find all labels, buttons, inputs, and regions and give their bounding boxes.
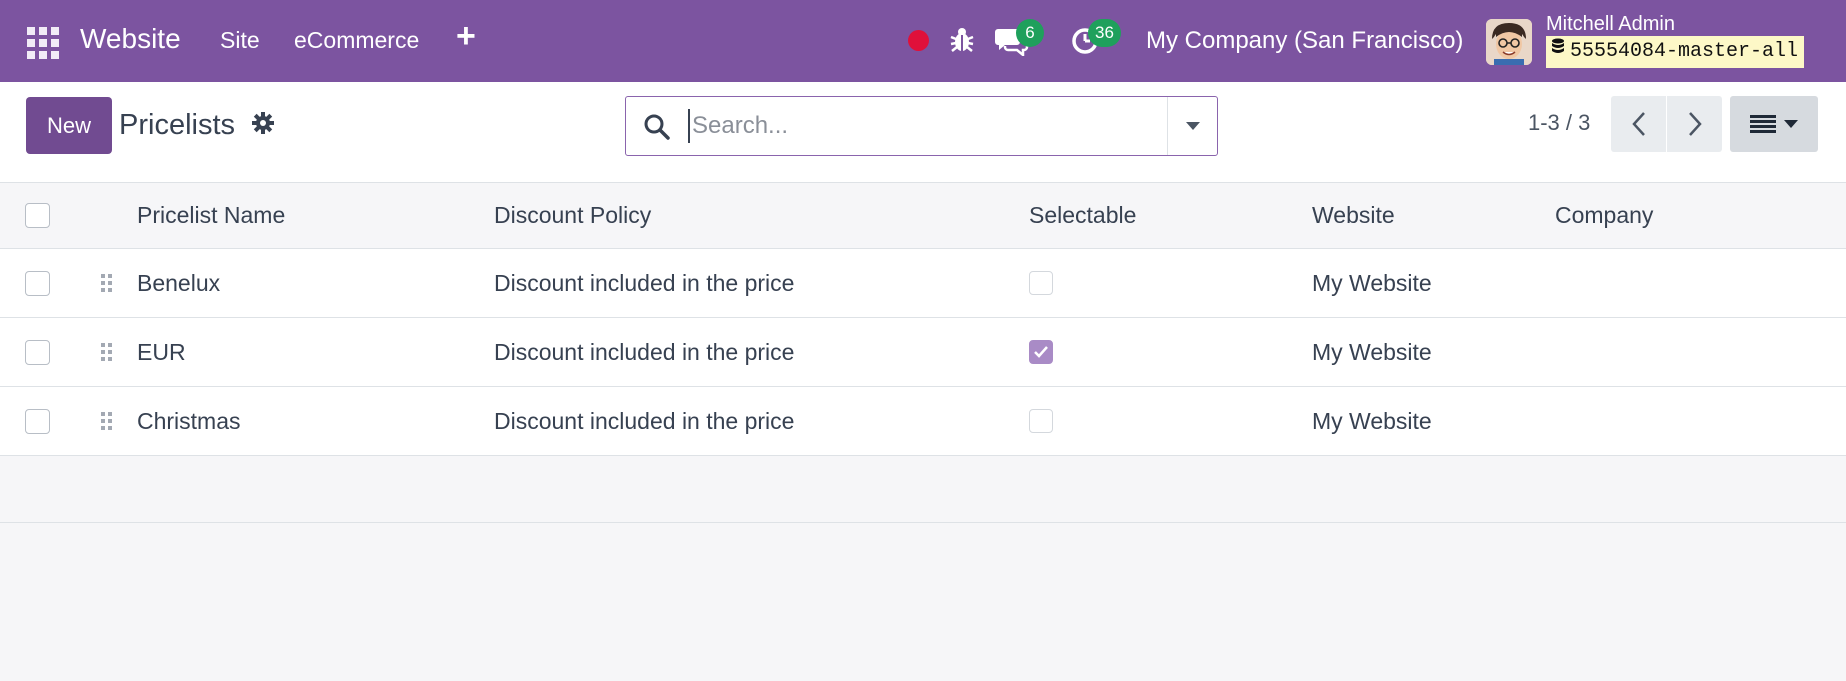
database-name: 55554084-master-all (1570, 40, 1799, 63)
activities-badge: 36 (1088, 19, 1121, 47)
row-checkbox[interactable] (25, 270, 50, 296)
control-panel: New Pricelists Search... 1-3 / 3 (0, 82, 1846, 183)
discount-policy[interactable]: Discount included in the price (494, 249, 794, 317)
pager-next-button[interactable] (1667, 96, 1722, 152)
menu-site[interactable]: Site (220, 27, 260, 54)
website-value[interactable]: My Website (1312, 249, 1432, 317)
discount-policy[interactable]: Discount included in the price (494, 387, 794, 455)
avatar[interactable] (1486, 19, 1532, 65)
gear-icon[interactable] (252, 112, 274, 139)
row-checkbox[interactable] (25, 339, 50, 365)
app-brand[interactable]: Website (80, 23, 181, 55)
record-indicator-icon[interactable] (908, 30, 929, 51)
pricelist-name[interactable]: Benelux (137, 249, 220, 317)
database-icon (1551, 36, 1565, 68)
column-header-name[interactable]: Pricelist Name (137, 183, 285, 248)
table-row[interactable]: Christmas Discount included in the price… (0, 387, 1846, 456)
pricelist-name[interactable]: EUR (137, 318, 186, 386)
search-icon (643, 113, 671, 146)
pager-previous-button[interactable] (1611, 96, 1666, 152)
column-header-selectable[interactable]: Selectable (1029, 183, 1136, 248)
check-icon (1034, 346, 1048, 358)
select-all-checkbox[interactable] (25, 203, 50, 228)
menu-ecommerce[interactable]: eCommerce (294, 27, 419, 54)
selectable-checkbox[interactable] (1029, 271, 1053, 295)
chevron-left-icon (1631, 112, 1645, 136)
table-row[interactable]: EUR Discount included in the price My We… (0, 318, 1846, 387)
column-header-company[interactable]: Company (1555, 183, 1653, 248)
bug-icon[interactable] (950, 26, 974, 59)
view-switcher-button[interactable] (1730, 96, 1818, 152)
website-value[interactable]: My Website (1312, 387, 1432, 455)
page-title: Pricelists (119, 109, 236, 141)
table-header: Pricelist Name Discount Policy Selectabl… (0, 183, 1846, 249)
selectable-checkbox[interactable] (1029, 409, 1053, 433)
chevron-down-icon (1784, 120, 1798, 128)
drag-handle-icon[interactable] (101, 412, 112, 430)
table-row[interactable]: Benelux Discount included in the price M… (0, 249, 1846, 318)
list-view-icon (1750, 115, 1776, 133)
selectable-checkbox[interactable] (1029, 340, 1053, 364)
pricelist-table: Pricelist Name Discount Policy Selectabl… (0, 183, 1846, 456)
pricelist-name[interactable]: Christmas (137, 387, 241, 455)
database-tag: 55554084-master-all (1546, 36, 1805, 68)
discount-policy[interactable]: Discount included in the price (494, 318, 794, 386)
drag-handle-icon[interactable] (101, 343, 112, 361)
column-header-discount-policy[interactable]: Discount Policy (494, 183, 651, 248)
chevron-down-icon (1185, 122, 1200, 130)
drag-handle-icon[interactable] (101, 274, 112, 292)
top-navbar: Website Site eCommerce + 6 36 My Company… (0, 0, 1846, 82)
pager-value[interactable]: 1-3 / 3 (1528, 110, 1590, 136)
chevron-right-icon (1688, 112, 1702, 136)
list-footer-area (0, 457, 1846, 523)
search-options-toggle[interactable] (1167, 97, 1217, 155)
user-name[interactable]: Mitchell Admin (1546, 13, 1675, 36)
search-input[interactable] (688, 109, 1148, 143)
search-box (625, 96, 1218, 156)
messages-badge: 6 (1016, 19, 1044, 47)
plus-icon[interactable]: + (456, 17, 476, 56)
row-checkbox[interactable] (25, 408, 50, 434)
new-button[interactable]: New (26, 97, 112, 154)
apps-icon[interactable] (27, 27, 59, 59)
column-header-website[interactable]: Website (1312, 183, 1395, 248)
company-switcher[interactable]: My Company (San Francisco) (1146, 27, 1463, 55)
website-value[interactable]: My Website (1312, 318, 1432, 386)
